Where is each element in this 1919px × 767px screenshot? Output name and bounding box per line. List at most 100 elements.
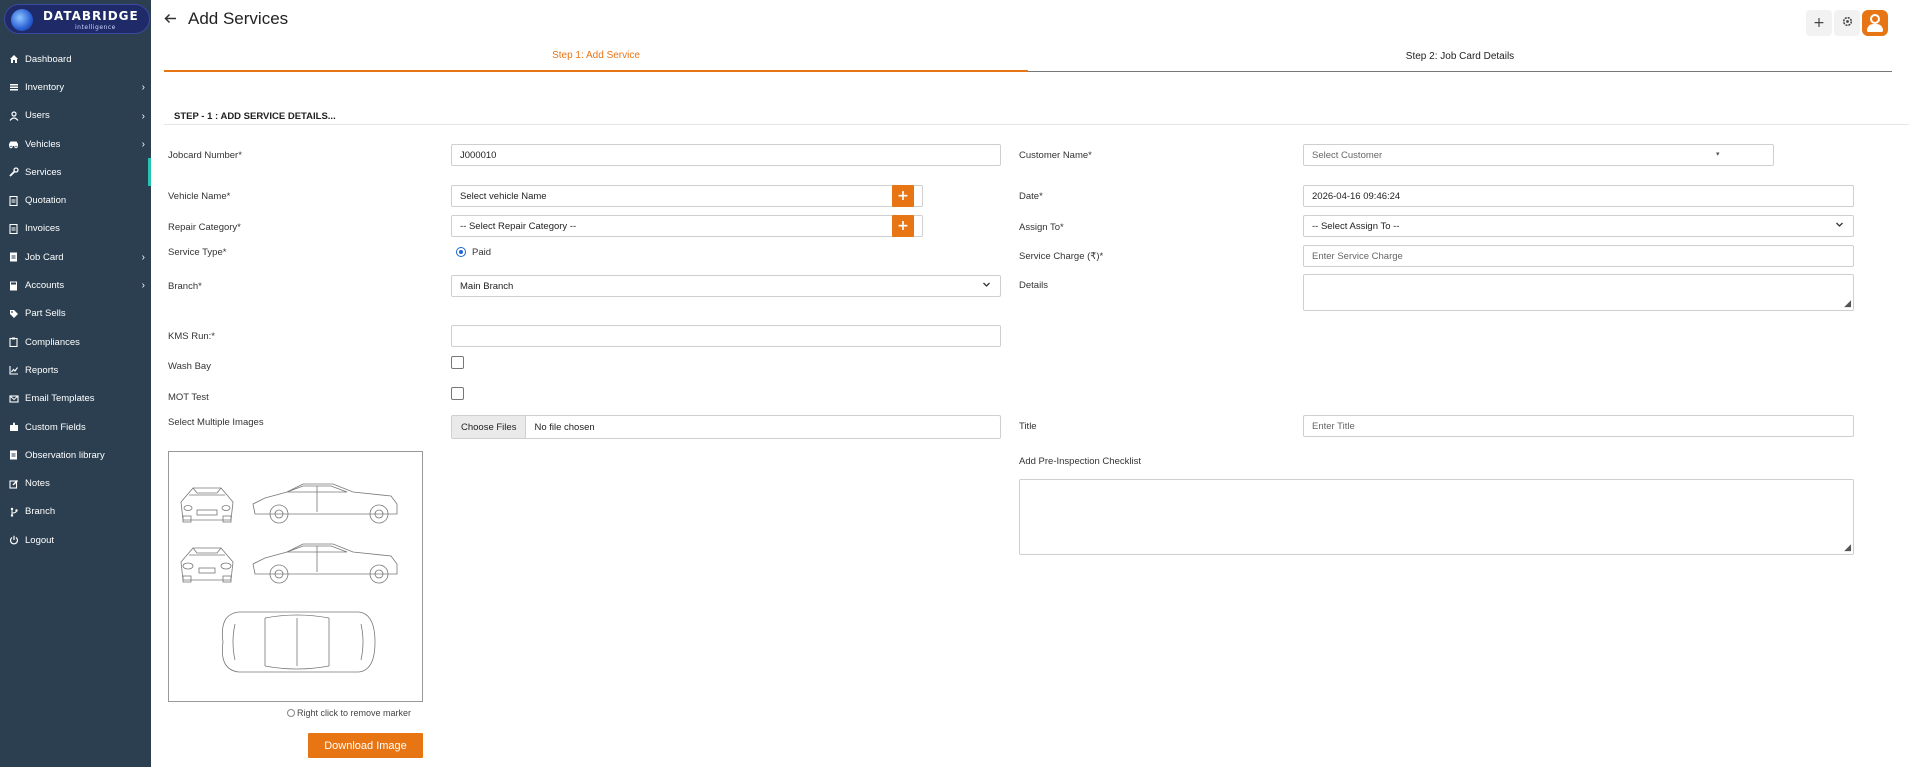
sidebar-item-label: Users [25,110,50,122]
chevron-right-icon: › [141,252,145,264]
chevron-down-icon [1835,220,1844,232]
document-icon [8,195,19,206]
settings-button[interactable] [1834,10,1860,36]
tab-job-card-details[interactable]: Step 2: Job Card Details [1028,44,1892,72]
sidebar-item-label: Custom Fields [25,421,86,433]
clipboard-icon [8,337,19,348]
avatar[interactable] [1862,10,1888,36]
car-rear-view [180,547,234,583]
branch-select[interactable]: Main Branch [451,275,1001,297]
vehicle-name-select[interactable]: Select vehicle Name [451,185,923,207]
sidebar-item-label: Accounts [25,280,65,292]
car-front-view [180,487,234,523]
back-arrow-icon[interactable] [164,12,177,28]
plus-icon: + [897,188,909,204]
brand-logo[interactable]: DATABRIDGE intelligence [4,4,150,34]
hint-text: Right click to remove marker [297,708,412,718]
car-side-view [252,483,398,524]
gear-icon [1842,15,1853,31]
title-input[interactable]: Enter Title [1303,415,1854,437]
car-top-view [221,611,376,673]
sidebar-item-part-sells[interactable]: Part Sells [0,300,151,328]
inventory-icon [8,82,19,93]
car-side-view-alt [252,543,398,584]
repair-category-label: Repair Category* [168,222,241,233]
car-icon [8,139,19,150]
resize-grip-icon[interactable]: ◢ [1844,543,1851,553]
wash-bay-checkbox[interactable] [451,356,464,369]
file-status: No file chosen [534,421,595,433]
avatar-body [1867,24,1883,32]
add-button[interactable]: + [1806,10,1832,36]
branch-label: Branch* [168,281,202,292]
sidebar-item-vehicles[interactable]: Vehicles › [0,130,151,158]
sidebar-item-label: Part Sells [25,308,66,320]
remove-marker-hint: Right click to remove marker [287,708,411,718]
checklist-textarea[interactable]: ◢ [1019,479,1854,555]
details-textarea[interactable]: ◢ [1303,274,1854,311]
choose-files-button[interactable]: Choose Files [452,416,527,438]
kms-run-input[interactable] [451,325,1001,347]
chevron-down-icon [982,280,991,292]
service-charge-input[interactable]: Enter Service Charge [1303,245,1854,267]
service-type-paid-label: Paid [472,247,492,258]
sidebar-item-email-templates[interactable]: Email Templates [0,385,151,413]
details-label: Details [1019,280,1049,291]
chevron-right-icon: › [141,280,145,292]
tag-icon [8,308,19,319]
brand-name: DATABRIDGE [43,9,139,23]
sidebar-item-reports[interactable]: Reports [0,356,151,384]
add-vehicle-button[interactable]: + [892,185,914,207]
assign-to-select[interactable]: -- Select Assign To -- [1303,215,1854,237]
resize-grip-icon[interactable]: ◢ [1844,299,1851,309]
tab-add-service[interactable]: Step 1: Add Service [164,44,1028,72]
sidebar-nav: Dashboard Inventory › Users › Vehicles › [0,45,151,554]
service-charge-label: Service Charge (₹)* [1019,251,1104,262]
sidebar-item-logout[interactable]: Logout [0,526,151,554]
add-repair-category-button[interactable]: + [892,215,914,237]
sidebar-item-label: Invoices [25,223,60,235]
wrench-icon [8,167,19,178]
radio-selected-dot [459,250,463,254]
sidebar-item-job-card[interactable]: Job Card › [0,243,151,271]
calculator-icon [8,280,19,291]
file-upload[interactable]: Choose Files No file chosen [451,415,1001,439]
checklist-label: Add Pre-Inspection Checklist [1019,456,1141,467]
sidebar-item-users[interactable]: Users › [0,102,151,130]
mot-test-checkbox[interactable] [451,387,464,400]
date-input[interactable]: 2026-04-16 09:46:24 [1303,185,1854,207]
sidebar-item-accounts[interactable]: Accounts › [0,271,151,299]
chevron-right-icon: › [141,82,145,94]
document-icon [8,223,19,234]
sidebar-item-quotation[interactable]: Quotation [0,186,151,214]
caret-down-icon: ▾ [1716,150,1720,158]
puzzle-icon [8,422,19,433]
car-inspection-diagram[interactable] [168,451,423,702]
customer-name-select[interactable]: Select Customer [1303,144,1774,166]
jobcard-number-input[interactable]: J000010 [451,144,1001,166]
repair-category-select[interactable]: -- Select Repair Category -- [451,215,923,237]
page-title: Add Services [188,9,289,28]
sidebar-item-label: Observation library [25,449,105,461]
plus-icon: + [897,218,909,234]
envelope-icon [8,393,19,404]
download-image-button[interactable]: Download Image [308,733,423,758]
sidebar-item-custom-fields[interactable]: Custom Fields [0,413,151,441]
sidebar-item-observation-library[interactable]: Observation library [0,441,151,469]
sidebar-item-services[interactable]: Services [0,158,151,187]
section-divider [164,124,1909,125]
sidebar-item-invoices[interactable]: Invoices [0,215,151,243]
sidebar-item-label: Email Templates [25,393,95,405]
service-type-paid-radio[interactable] [456,247,466,257]
sidebar-item-compliances[interactable]: Compliances [0,328,151,356]
edit-icon [8,478,19,489]
sidebar-item-label: Quotation [25,195,67,207]
document-icon [8,450,19,461]
sidebar-item-label: Services [25,166,62,178]
sidebar-item-notes[interactable]: Notes [0,469,151,497]
sidebar-item-dashboard[interactable]: Dashboard [0,45,151,73]
sidebar-item-inventory[interactable]: Inventory › [0,73,151,101]
assign-to-label: Assign To* [1019,222,1064,233]
sidebar-item-branch[interactable]: Branch [0,498,151,526]
sidebar-item-label: Job Card [25,251,64,263]
